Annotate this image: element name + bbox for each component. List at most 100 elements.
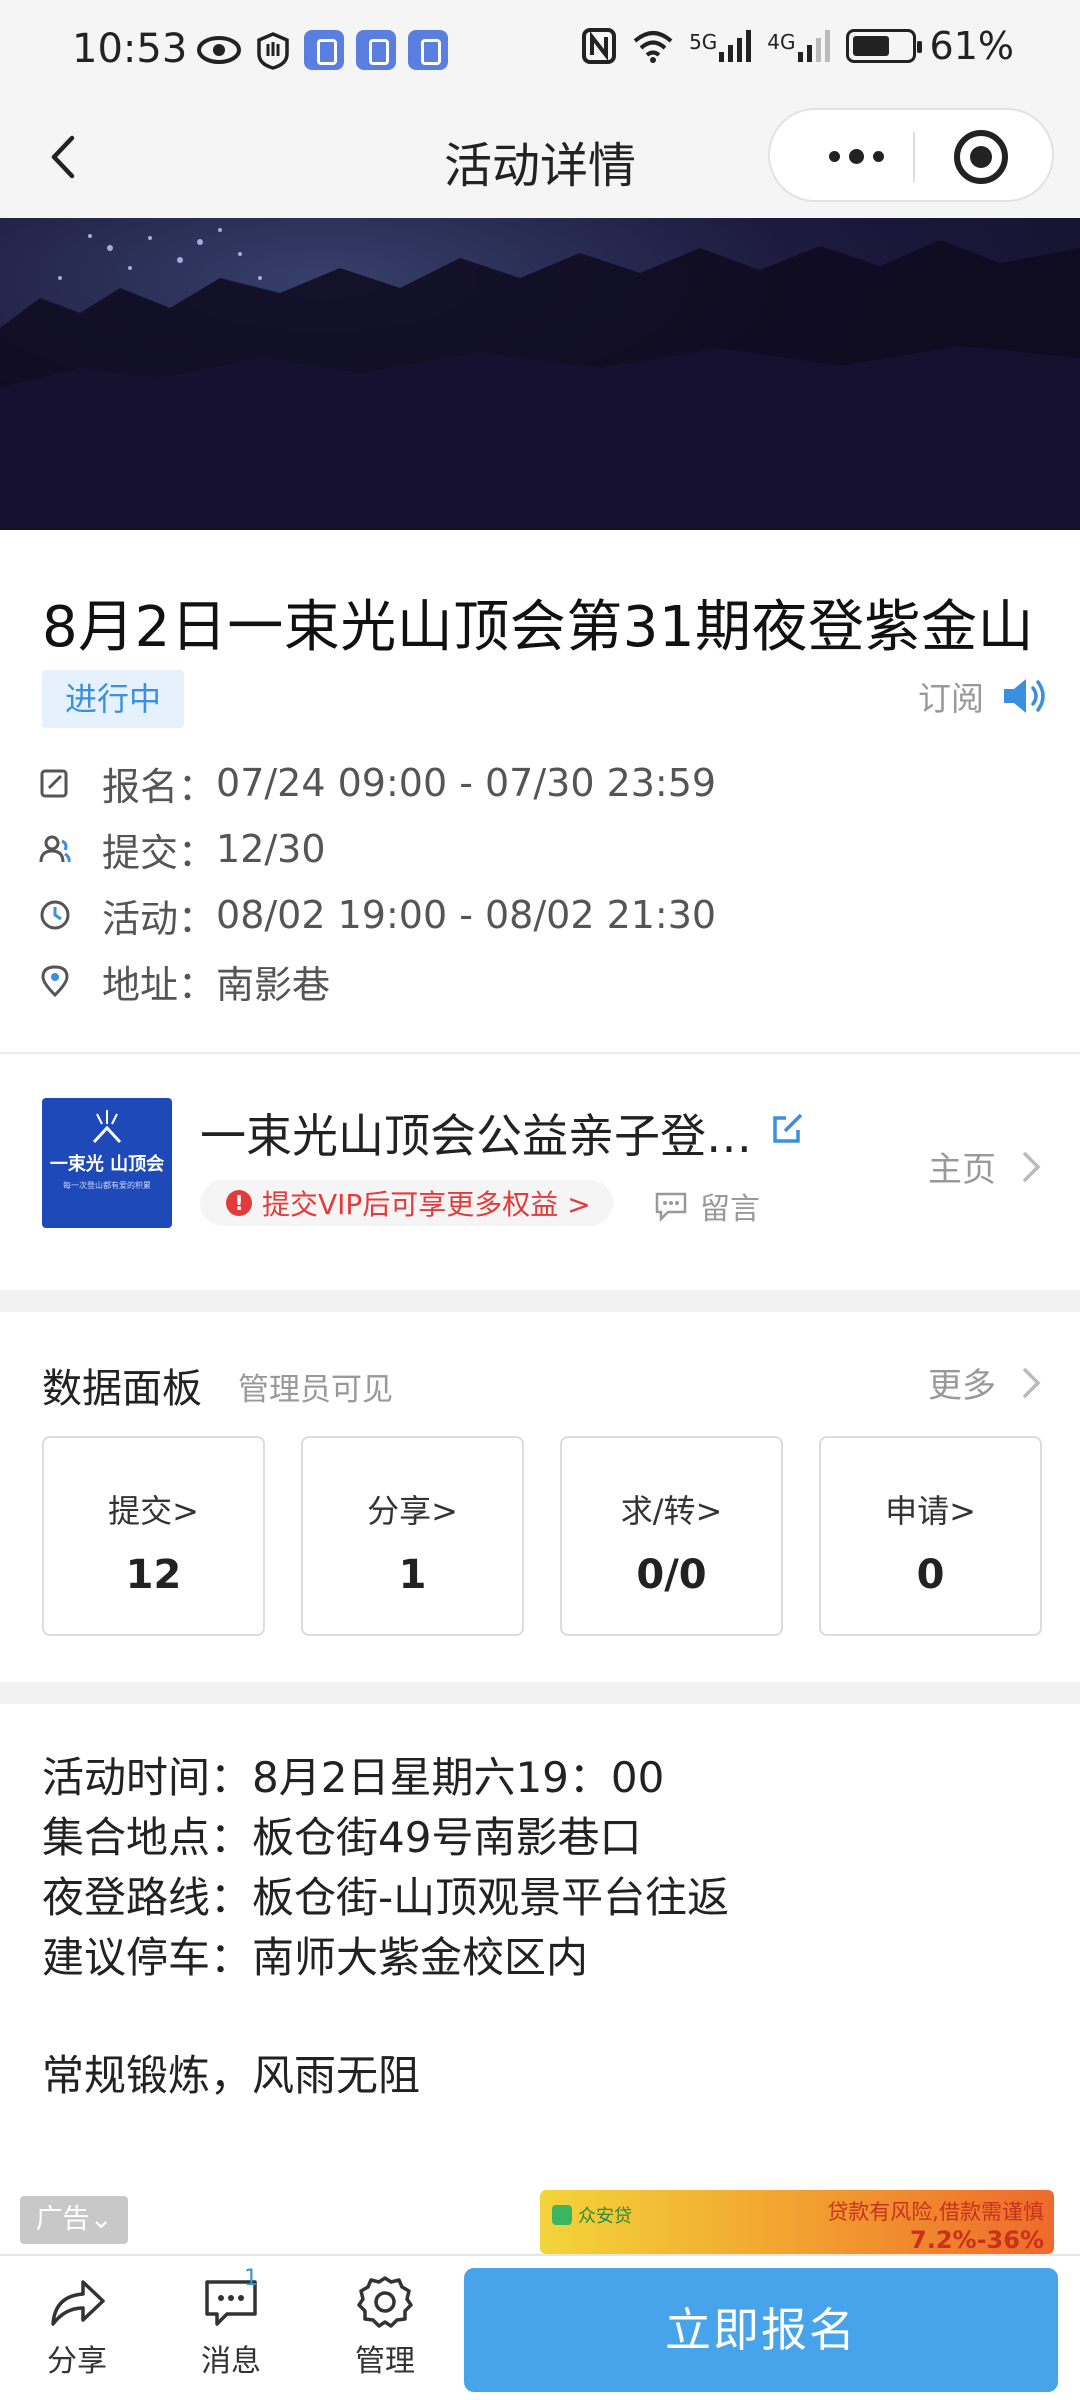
battery-icon bbox=[845, 29, 922, 63]
chevron-right-icon bbox=[1022, 1367, 1041, 1398]
eye-icon bbox=[197, 36, 241, 64]
chevron-down-icon: ⌄ bbox=[89, 2204, 113, 2235]
close-miniprogram-icon[interactable] bbox=[954, 130, 1008, 184]
manage-label: 管理 bbox=[355, 2344, 415, 2379]
section-divider bbox=[0, 1682, 1080, 1704]
hand-icon bbox=[257, 32, 289, 70]
speaker-icon bbox=[1004, 679, 1045, 713]
location-pin-icon bbox=[41, 965, 69, 998]
signal-4g-icon: 4G bbox=[767, 30, 831, 62]
capsule-divider bbox=[913, 132, 915, 182]
stat-value: 1 bbox=[398, 1552, 427, 1598]
description-line: 常规锻炼，风雨无阻 bbox=[42, 2051, 421, 2100]
stat-value: 0/0 bbox=[636, 1552, 707, 1598]
event-info-list: 报名： 07/24 09:00 - 07/30 23:59 提交： 12/30 … bbox=[38, 750, 716, 1014]
ad-brand: 众安贷 bbox=[552, 2202, 632, 2228]
app-notification-icon bbox=[408, 30, 448, 70]
leave-message-button[interactable]: 留言 bbox=[654, 1184, 760, 1228]
stat-card-submitted[interactable]: 提交> 12 bbox=[42, 1436, 265, 1636]
description-line: 集合地点：板仓街49号南影巷口 bbox=[42, 1813, 642, 1862]
battery-percent: 61% bbox=[929, 24, 1014, 68]
submitted-label: 提交： bbox=[102, 830, 217, 875]
data-panel-subtitle: 管理员可见 bbox=[238, 1372, 393, 1408]
clock-icon bbox=[40, 900, 70, 930]
registration-label: 报名： bbox=[102, 764, 217, 809]
data-panel-title: 数据面板 bbox=[42, 1366, 202, 1412]
alert-icon: ! bbox=[226, 1190, 252, 1216]
app-notification-icon bbox=[304, 30, 344, 70]
stat-label: 求/转> bbox=[620, 1492, 723, 1530]
organizer-name[interactable]: 一束光山顶会公益亲子登… bbox=[200, 1100, 752, 1166]
ad-banner[interactable]: 众安贷 贷款有风险,借款需谨慎 7.2%-36% bbox=[540, 2190, 1054, 2254]
section-divider bbox=[0, 1290, 1080, 1312]
edit-icon[interactable] bbox=[770, 1110, 806, 1146]
address-value: 南影巷 bbox=[216, 962, 331, 1007]
stat-card-request-transfer[interactable]: 求/转> 0/0 bbox=[560, 1436, 783, 1636]
activity-label: 活动： bbox=[102, 896, 217, 941]
submitted-value: 12/30 bbox=[216, 827, 326, 871]
signal-5g-icon: 5G bbox=[689, 30, 753, 62]
share-label: 分享 bbox=[47, 2344, 107, 2379]
messages-button[interactable]: 1 消息 bbox=[176, 2266, 286, 2380]
app-notification-icon bbox=[356, 30, 396, 70]
registration-time-row: 报名： 07/24 09:00 - 07/30 23:59 bbox=[38, 750, 716, 816]
share-button[interactable]: 分享 bbox=[22, 2274, 132, 2380]
wifi-icon bbox=[633, 31, 673, 63]
subscribe-button[interactable]: 订阅 bbox=[918, 672, 1048, 720]
stat-card-shared[interactable]: 分享> 1 bbox=[301, 1436, 524, 1636]
activity-time-row: 活动： 08/02 19:00 - 08/02 21:30 bbox=[38, 882, 716, 948]
stat-label: 申请> bbox=[885, 1492, 976, 1530]
ad-label-text: 广告 bbox=[35, 2204, 90, 2235]
event-title: 8月2日一束光山顶会第31期夜登紫金山 bbox=[42, 595, 1035, 660]
manage-button[interactable]: 管理 bbox=[330, 2274, 440, 2380]
ad-label[interactable]: 广告⌄ bbox=[20, 2196, 128, 2244]
people-icon bbox=[39, 835, 71, 863]
status-system-icons: 5G 4G 61% bbox=[581, 24, 1014, 68]
organizer-logo-text: 一束光 山顶会 bbox=[49, 1154, 165, 1175]
status-notification-icons bbox=[196, 30, 448, 70]
stat-label: 分享> bbox=[367, 1492, 458, 1530]
stat-cards: 提交> 12 分享> 1 求/转> 0/0 申请> 0 bbox=[42, 1436, 1042, 1636]
signup-now-button[interactable]: 立即报名 bbox=[464, 2268, 1058, 2392]
registration-value: 07/24 09:00 - 07/30 23:59 bbox=[216, 761, 717, 805]
description-line: 建议停车：南师大紫金校区内 bbox=[42, 1933, 589, 1982]
share-icon bbox=[51, 2280, 105, 2326]
activity-value: 08/02 19:00 - 08/02 21:30 bbox=[216, 893, 717, 937]
organizer-home-link[interactable]: 主页 bbox=[928, 1142, 1042, 1191]
ad-brand-name: 众安贷 bbox=[578, 2206, 632, 2227]
stat-card-applications[interactable]: 申请> 0 bbox=[819, 1436, 1042, 1636]
network-type-4g: 4G bbox=[767, 30, 796, 54]
ad-headline: 贷款有风险,借款需谨慎 bbox=[827, 2200, 1044, 2224]
status-bar: 10:53 5G 4G 61% bbox=[0, 0, 1080, 100]
divider bbox=[0, 1052, 1080, 1054]
stat-value: 0 bbox=[916, 1552, 945, 1598]
message-badge: 1 bbox=[244, 2266, 258, 2291]
chevron-right-icon bbox=[1022, 1151, 1041, 1182]
vip-benefits-button[interactable]: ! 提交VIP后可享更多权益 > bbox=[200, 1180, 613, 1226]
organizer-logo[interactable]: 一束光 山顶会 每一次登山都有爱的积累 bbox=[42, 1098, 172, 1228]
bottom-action-bar: 分享 1 消息 管理 立即报名 bbox=[0, 2254, 1080, 2400]
network-type-5g: 5G bbox=[689, 30, 718, 54]
edit-form-icon bbox=[40, 769, 68, 798]
gear-icon bbox=[357, 2276, 413, 2328]
vip-benefits-text: 提交VIP后可享更多权益 > bbox=[262, 1188, 591, 1221]
ad-brand-icon bbox=[552, 2205, 572, 2225]
address-row[interactable]: 地址： 南影巷 bbox=[38, 948, 716, 1014]
more-label: 更多 bbox=[928, 1366, 996, 1406]
comment-icon bbox=[655, 1192, 687, 1222]
home-label: 主页 bbox=[928, 1150, 996, 1190]
organizer-logo-subtext: 每一次登山都有爱的积累 bbox=[63, 1181, 151, 1190]
message-label: 留言 bbox=[700, 1192, 760, 1227]
event-status-badge: 进行中 bbox=[42, 670, 184, 728]
address-label: 地址： bbox=[102, 962, 217, 1007]
more-icon[interactable] bbox=[806, 134, 906, 178]
ad-rate: 7.2%-36% bbox=[910, 2226, 1044, 2254]
description-line: 夜登路线：板仓街-山顶观景平台往返 bbox=[42, 1873, 730, 1922]
data-panel-more-link[interactable]: 更多 bbox=[928, 1358, 1042, 1407]
subscribe-label: 订阅 bbox=[918, 679, 984, 718]
submitted-row: 提交： 12/30 bbox=[38, 816, 716, 882]
nfc-icon bbox=[582, 28, 617, 64]
event-description: 活动时间：8月2日星期六19：00 集合地点：板仓街49号南影巷口 夜登路线：板… bbox=[42, 1748, 729, 2106]
status-time: 10:53 bbox=[72, 26, 188, 72]
event-banner-image bbox=[0, 218, 1080, 530]
